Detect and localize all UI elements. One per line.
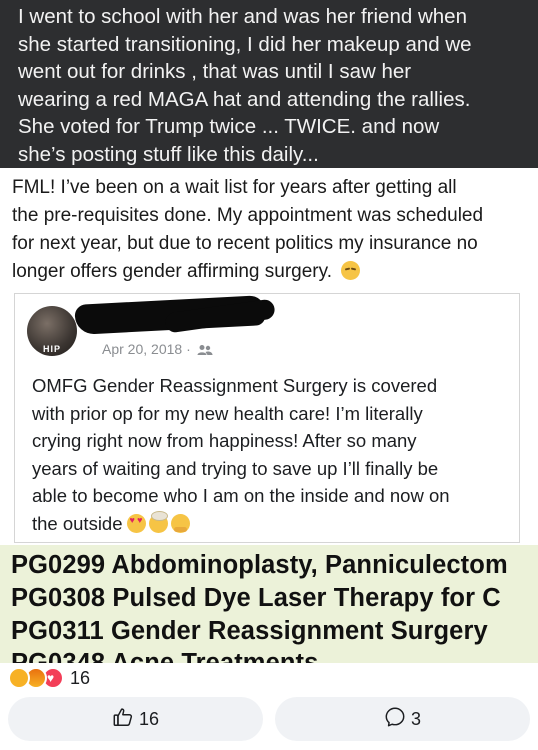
caption-text: I went to school with her and was her fr… <box>18 5 472 166</box>
policy-line-1: PG0299 Abdominoplasty, Panniculectom <box>11 551 508 579</box>
post-meta: Apr 20, 2018 · <box>102 341 213 359</box>
heart-eyes-emoji <box>126 513 146 533</box>
like-count: 16 <box>138 708 160 729</box>
shared-post-text: OMFG Gender Reassignment Surgery is cove… <box>32 372 512 540</box>
comment-button[interactable]: 3 <box>275 697 530 741</box>
post-text: FML! I’ve been on a wait list for years … <box>12 174 530 286</box>
mind-blown-emoji <box>148 510 168 533</box>
pensive-face-emoji <box>341 261 361 280</box>
hugging-face-emoji <box>170 513 190 533</box>
caption-banner: I went to school with her and was her fr… <box>0 0 538 168</box>
post-date[interactable]: Apr 20, 2018 <box>102 341 182 357</box>
sad-react-icon <box>8 667 30 689</box>
friends-icon <box>197 343 213 359</box>
post-body: FML! I’ve been on a wait list for years … <box>12 177 484 282</box>
comment-count: 3 <box>410 708 421 729</box>
shared-post-body: OMFG Gender Reassignment Surgery is cove… <box>32 375 450 534</box>
thumbs-up-icon <box>112 706 139 733</box>
policy-line-2: PG0308 Pulsed Dye Laser Therapy for C <box>11 584 501 612</box>
comment-icon <box>384 706 411 733</box>
policy-line-3: PG0311 Gender Reassignment Surgery <box>11 617 488 645</box>
avatar-label: HIP <box>42 344 61 354</box>
policy-line-4: PG0348 Acne Treatments <box>11 649 319 663</box>
reaction-count: 16 <box>70 667 91 688</box>
meta-separator: · <box>186 341 191 357</box>
policy-list-image: PG0299 Abdominoplasty, Panniculectom PG0… <box>0 545 538 663</box>
avatar[interactable]: HIP <box>27 306 77 356</box>
like-button[interactable]: 16 <box>8 697 263 741</box>
emoji-row <box>126 510 193 541</box>
shared-post-card[interactable]: HIP Apr 20, 2018 · OMFG Gender Reassignm… <box>14 293 520 543</box>
reactions-summary[interactable]: 16 <box>8 666 90 690</box>
